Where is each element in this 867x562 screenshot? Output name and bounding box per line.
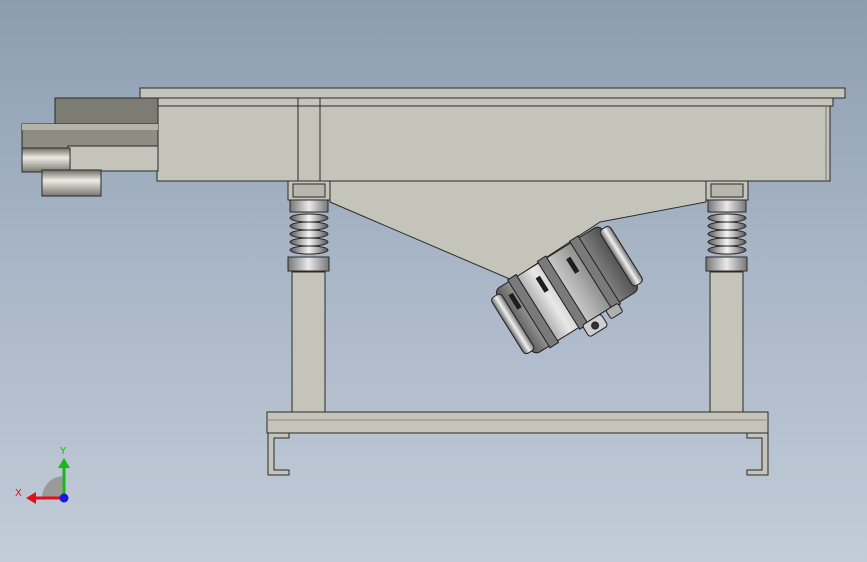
trough-body (139, 87, 846, 182)
left-spring (287, 199, 330, 272)
y-axis-arrow (58, 458, 70, 468)
x-axis-arrow (26, 492, 36, 504)
triad-x-label: X (15, 488, 22, 499)
motor-mount-plate (329, 180, 707, 281)
feed-inlet (21, 97, 159, 197)
z-axis-dot (59, 493, 69, 503)
view-sphere-icon (42, 476, 64, 498)
vibrating-screen-model[interactable]: Y X (0, 0, 867, 562)
axis-triad: Y X (15, 446, 70, 504)
cad-viewport[interactable]: Y X (0, 0, 867, 562)
right-spring (705, 199, 748, 272)
triad-y-label: Y (59, 446, 67, 457)
base-frame (266, 411, 769, 476)
